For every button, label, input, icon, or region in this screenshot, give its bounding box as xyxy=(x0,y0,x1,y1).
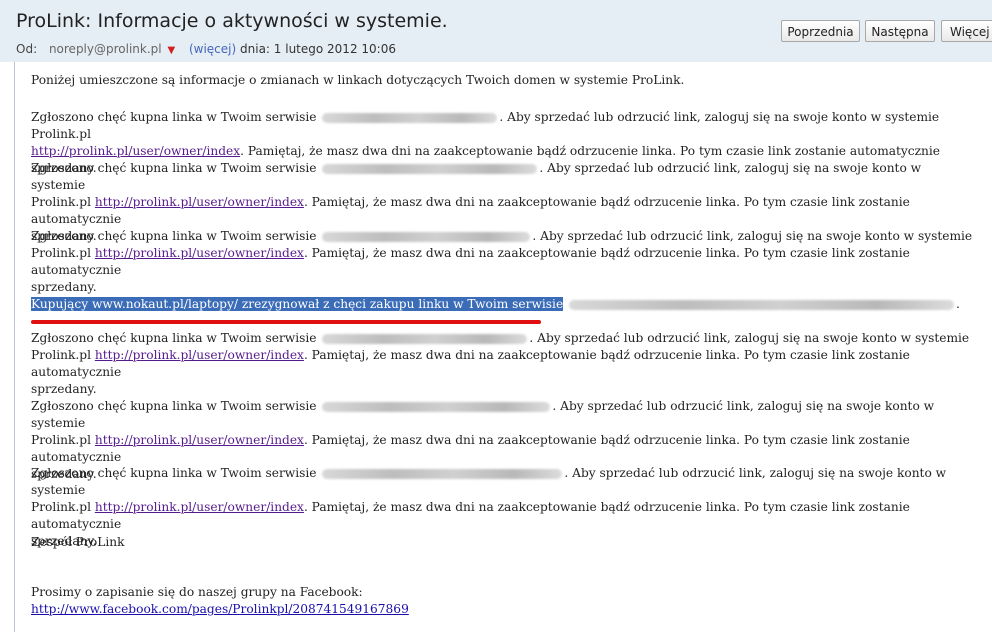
previous-button[interactable]: Poprzednia xyxy=(781,20,860,42)
owner-panel-link[interactable]: http://prolink.pl/user/owner/index xyxy=(95,500,304,514)
red-underline-annotation xyxy=(31,320,541,324)
divider xyxy=(14,62,15,632)
email-header: ProLink: Informacje o aktywności w syste… xyxy=(0,0,992,62)
notification-message: Zgłoszono chęć kupna linka w Twoim serwi… xyxy=(31,330,976,398)
message-prefix: Zgłoszono chęć kupna linka w Twoim serwi… xyxy=(31,399,317,413)
message-prefix: Zgłoszono chęć kupna linka w Twoim serwi… xyxy=(31,466,317,480)
prolink-text: Prolink.pl xyxy=(31,348,91,362)
from-label: Od: xyxy=(16,42,38,56)
cancellation-text: Kupujący www.nokaut.pl/laptopy/ zrezygno… xyxy=(31,297,564,311)
sender-email[interactable]: noreply@prolink.pl xyxy=(49,42,162,56)
redacted-domain xyxy=(322,231,531,242)
redacted-domain xyxy=(322,163,538,174)
redacted-domain xyxy=(322,333,528,344)
message-deadline-end: sprzedany. xyxy=(31,280,97,294)
message-prefix: Zgłoszono chęć kupna linka w Twoim serwi… xyxy=(31,110,317,124)
facebook-link[interactable]: http://www.facebook.com/pages/Prolinkpl/… xyxy=(31,602,409,616)
owner-panel-link[interactable]: http://prolink.pl/user/owner/index xyxy=(31,144,240,158)
redacted-domain xyxy=(322,401,551,412)
facebook-section: Prosimy o zapisanie się do naszej grupy … xyxy=(31,584,409,618)
email-meta: Od: noreply@prolink.pl ▼ (więcej) dnia: … xyxy=(16,42,396,56)
owner-panel-link[interactable]: http://prolink.pl/user/owner/index xyxy=(95,348,304,362)
prolink-text: Prolink.pl xyxy=(31,433,91,447)
prolink-text: Prolink.pl xyxy=(31,246,91,260)
message-instructions: . Aby sprzedać lub odrzucić link, zalogu… xyxy=(529,331,970,345)
notification-message: Zgłoszono chęć kupna linka w Twoim serwi… xyxy=(31,228,976,296)
redacted-domain xyxy=(322,112,498,123)
facebook-text: Prosimy o zapisanie się do naszej grupy … xyxy=(31,585,363,599)
message-prefix: Zgłoszono chęć kupna linka w Twoim serwi… xyxy=(31,161,317,175)
notification-message: Zgłoszono chęć kupna linka w Twoim serwi… xyxy=(31,465,976,550)
owner-panel-link[interactable]: http://prolink.pl/user/owner/index xyxy=(95,195,304,209)
message-instructions: . Aby sprzedać lub odrzucić link, zalogu… xyxy=(532,229,973,243)
sender-dropdown-icon[interactable]: ▼ xyxy=(167,45,175,56)
signature: Zespół ProLink xyxy=(31,535,125,549)
prolink-text: Prolink.pl xyxy=(31,195,91,209)
email-date: dnia: 1 lutego 2012 10:06 xyxy=(240,42,396,56)
message-prefix: Zgłoszono chęć kupna linka w Twoim serwi… xyxy=(31,331,317,345)
message-deadline-end: sprzedany. xyxy=(31,382,97,396)
prolink-text: Prolink.pl xyxy=(31,500,91,514)
message-prefix: Zgłoszono chęć kupna linka w Twoim serwi… xyxy=(31,229,317,243)
redacted-domain xyxy=(322,468,563,479)
more-details-link[interactable]: (więcej) xyxy=(189,42,236,56)
owner-panel-link[interactable]: http://prolink.pl/user/owner/index xyxy=(95,433,304,447)
cancellation-message: Kupujący www.nokaut.pl/laptopy/ zrezygno… xyxy=(31,297,960,311)
intro-text: Poniżej umieszczone są informacje o zmia… xyxy=(31,73,685,87)
next-button[interactable]: Następna xyxy=(865,20,935,42)
redacted-domain xyxy=(569,299,955,310)
email-subject: ProLink: Informacje o aktywności w syste… xyxy=(16,10,448,32)
more-button[interactable]: Więcej xyxy=(941,20,992,42)
owner-panel-link[interactable]: http://prolink.pl/user/owner/index xyxy=(95,246,304,260)
